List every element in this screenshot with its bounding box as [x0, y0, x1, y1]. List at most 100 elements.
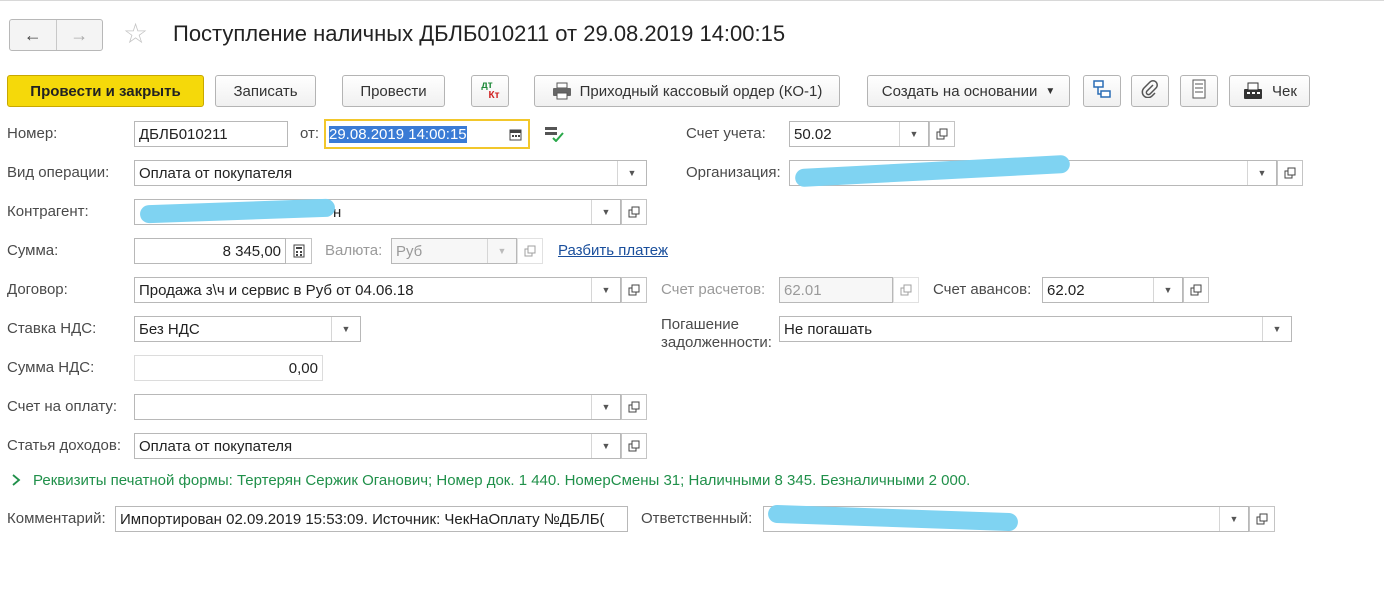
save-button[interactable]: Записать	[215, 75, 316, 107]
kt-label: Кт	[488, 90, 500, 101]
comment-input[interactable]: Импортирован 02.09.2019 15:53:09. Источн…	[115, 506, 628, 532]
account-value: 50.02	[794, 125, 832, 143]
settlement-account-input: 62.01	[779, 277, 893, 303]
advance-account-label: Счет авансов:	[933, 281, 1032, 298]
vat-sum-value: 0,00	[288, 359, 318, 377]
dropdown-arrow-icon[interactable]: ▼	[617, 161, 646, 185]
comment-label: Комментарий:	[7, 510, 106, 527]
advance-account-input[interactable]: 62.02 ▼	[1042, 277, 1183, 303]
settlement-account-value: 62.01	[784, 281, 822, 299]
dropdown-arrow-icon[interactable]: ▼	[1262, 317, 1291, 341]
open-icon	[517, 238, 543, 264]
dt-kt-button[interactable]: дт Кт	[471, 75, 509, 107]
structure-icon	[1092, 79, 1112, 103]
vat-rate-value: Без НДС	[139, 320, 200, 338]
sum-input[interactable]: 8 345,00	[134, 238, 286, 264]
check-number-icon[interactable]	[544, 126, 564, 146]
organization-label: Организация:	[686, 164, 781, 181]
create-based-on-button[interactable]: Создать на основании ▼	[867, 75, 1070, 107]
number-label: Номер:	[7, 125, 58, 142]
check-button[interactable]: Чек	[1229, 75, 1310, 107]
document-list-button[interactable]	[1180, 75, 1218, 107]
window-top-border	[0, 0, 1384, 1]
create-based-on-label: Создать на основании	[881, 82, 1038, 100]
dropdown-arrow-icon[interactable]: ▼	[591, 278, 620, 302]
income-item-value: Оплата от покупателя	[139, 437, 293, 455]
repayment-label-line2: задолженности:	[661, 334, 772, 351]
currency-value: Руб	[396, 242, 423, 260]
operation-label: Вид операции:	[7, 164, 110, 181]
account-input[interactable]: 50.02 ▼	[789, 121, 929, 147]
income-item-label: Статья доходов:	[7, 437, 122, 454]
open-icon[interactable]	[621, 277, 647, 303]
dropdown-arrow-icon[interactable]: ▼	[1153, 278, 1182, 302]
vat-sum-input[interactable]: 0,00	[134, 355, 323, 381]
operation-select[interactable]: Оплата от покупателя ▼	[134, 160, 647, 186]
arrow-right-icon: →	[70, 24, 89, 45]
check-label: Чек	[1272, 82, 1297, 100]
nav-buttons: ← →	[9, 19, 103, 51]
forward-button[interactable]: →	[55, 20, 103, 50]
vat-rate-select[interactable]: Без НДС ▼	[134, 316, 361, 342]
print-cash-order-button[interactable]: Приходный кассовый ордер (КО-1)	[534, 75, 840, 107]
open-icon[interactable]	[1277, 160, 1303, 186]
print-details-group[interactable]: Реквизиты печатной формы: Тертерян Сержи…	[33, 472, 970, 489]
open-icon[interactable]	[621, 199, 647, 225]
paperclip-icon	[1141, 80, 1159, 102]
currency-select: Руб ▼	[391, 238, 517, 264]
cash-register-icon	[1242, 82, 1264, 100]
dropdown-arrow-icon: ▼	[487, 239, 516, 263]
number-input[interactable]: ДБЛБ010211	[134, 121, 288, 147]
open-icon[interactable]	[621, 394, 647, 420]
currency-label: Валюта:	[325, 242, 383, 259]
date-value: 29.08.2019 14:00:15	[329, 125, 467, 143]
print-cash-order-label: Приходный кассовый ордер (КО-1)	[579, 82, 823, 100]
calendar-icon[interactable]	[502, 128, 528, 141]
structure-button[interactable]	[1083, 75, 1121, 107]
open-icon[interactable]	[1249, 506, 1275, 532]
attachments-button[interactable]	[1131, 75, 1169, 107]
contract-value: Продажа з\ч и сервис в Руб от 04.06.18	[139, 281, 414, 299]
advance-account-value: 62.02	[1047, 281, 1085, 299]
settlement-account-label: Счет расчетов:	[661, 281, 766, 298]
back-button[interactable]: ←	[10, 20, 56, 50]
vat-sum-label: Сумма НДС:	[7, 359, 95, 376]
invoice-input[interactable]: ▼	[134, 394, 621, 420]
date-input[interactable]: 29.08.2019 14:00:15	[324, 119, 530, 149]
open-icon[interactable]	[929, 121, 955, 147]
printer-icon	[552, 82, 572, 100]
responsible-label: Ответственный:	[641, 510, 753, 527]
arrow-left-icon: ←	[23, 24, 42, 45]
open-icon[interactable]	[621, 433, 647, 459]
dropdown-arrow-icon[interactable]: ▼	[1219, 507, 1248, 531]
contract-label: Договор:	[7, 281, 68, 298]
sum-value: 8 345,00	[222, 242, 281, 260]
number-value: ДБЛБ010211	[139, 125, 228, 143]
dropdown-arrow-icon[interactable]: ▼	[591, 395, 620, 419]
post-button[interactable]: Провести	[342, 75, 445, 107]
dropdown-arrow-icon[interactable]: ▼	[591, 434, 620, 458]
dropdown-arrow-icon[interactable]: ▼	[899, 122, 928, 146]
page-title: Поступление наличных ДБЛБ010211 от 29.08…	[173, 21, 786, 46]
dropdown-arrow-icon[interactable]: ▼	[331, 317, 360, 341]
calculator-icon[interactable]	[286, 238, 312, 264]
split-payment-link[interactable]: Разбить платеж	[558, 242, 668, 259]
income-item-input[interactable]: Оплата от покупателя ▼	[134, 433, 621, 459]
date-label: от:	[300, 125, 320, 142]
contract-input[interactable]: Продажа з\ч и сервис в Руб от 04.06.18 ▼	[134, 277, 621, 303]
repayment-label-line1: Погашение	[661, 316, 739, 333]
repayment-value: Не погашать	[784, 320, 873, 338]
sum-label: Сумма:	[7, 242, 59, 259]
post-and-close-button[interactable]: Провести и закрыть	[7, 75, 204, 107]
dropdown-arrow-icon: ▼	[1045, 85, 1056, 97]
account-label: Счет учета:	[686, 125, 766, 142]
dropdown-arrow-icon[interactable]: ▼	[1247, 161, 1276, 185]
invoice-label: Счет на оплату:	[7, 398, 118, 415]
open-icon[interactable]	[1183, 277, 1209, 303]
chevron-right-icon[interactable]	[9, 472, 23, 492]
document-icon	[1192, 79, 1206, 103]
favorite-star-icon[interactable]: ☆	[123, 19, 148, 49]
repayment-select[interactable]: Не погашать ▼	[779, 316, 1292, 342]
operation-value: Оплата от покупателя	[139, 164, 293, 182]
dropdown-arrow-icon[interactable]: ▼	[591, 200, 620, 224]
